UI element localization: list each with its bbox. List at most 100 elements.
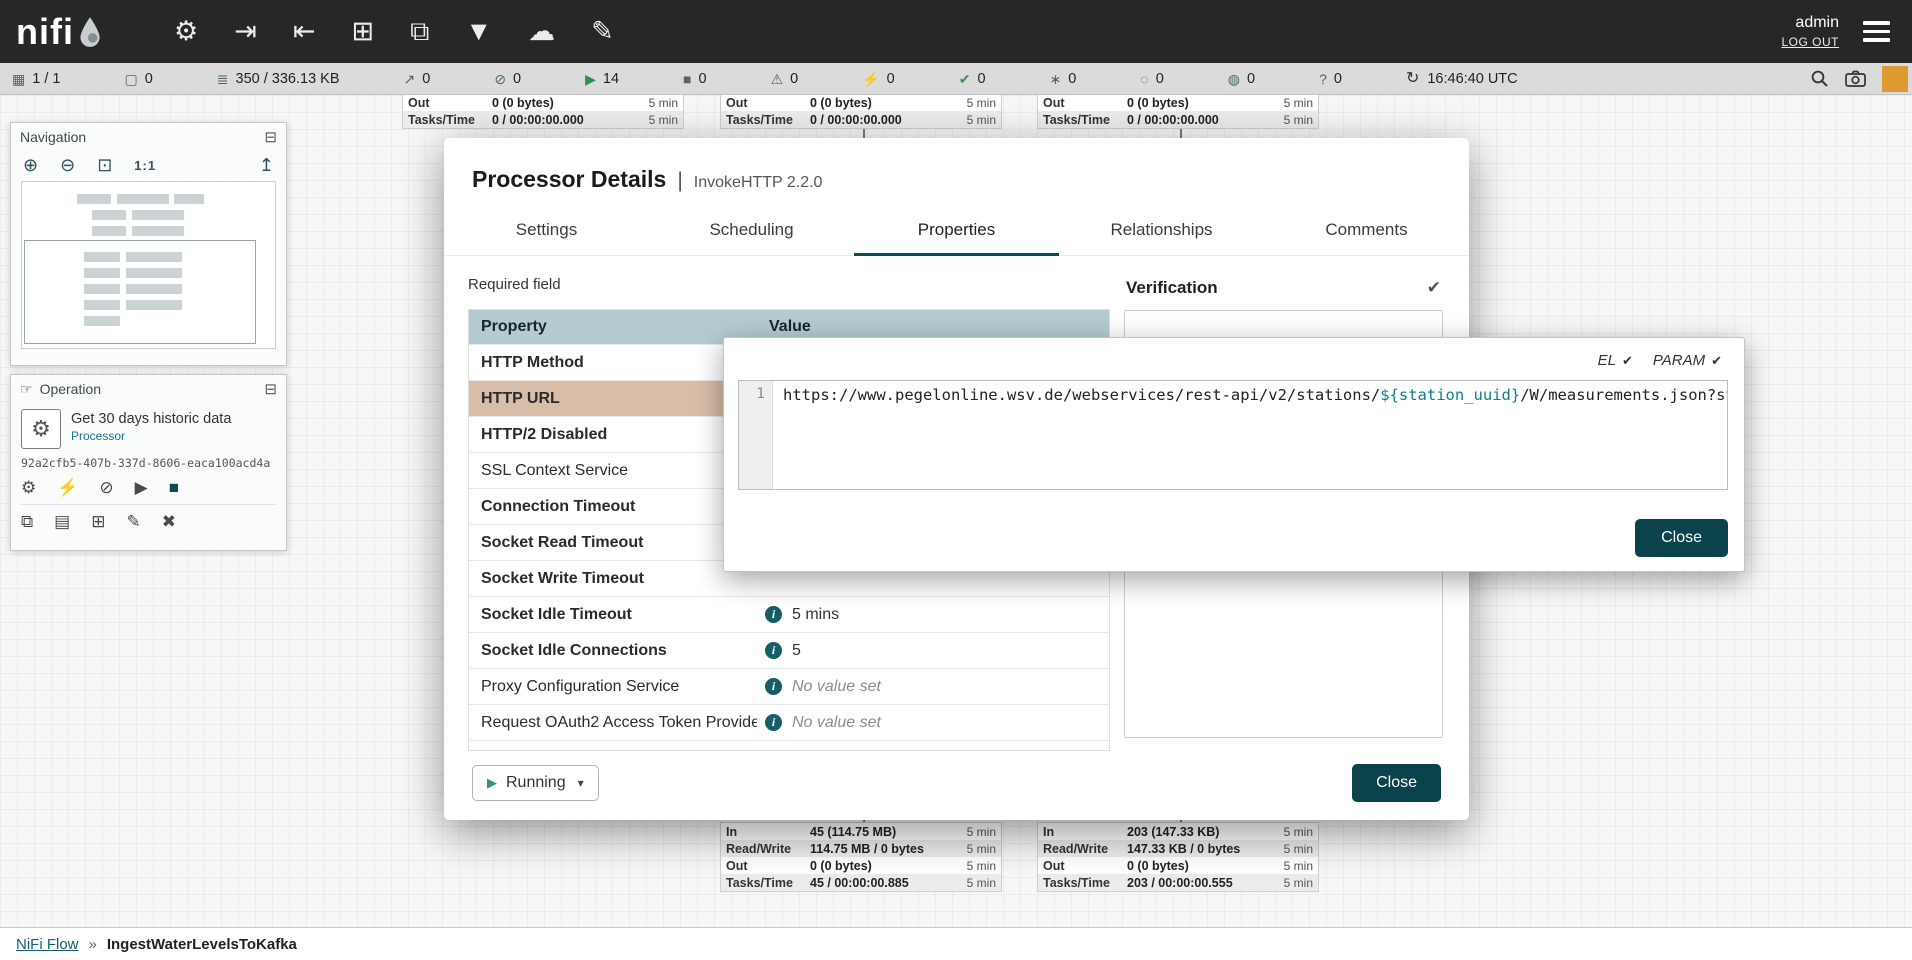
property-value-cell[interactable]: i No value set — [757, 714, 1109, 732]
locally-modified-stale-icon: ◍ — [1228, 72, 1240, 86]
last-refresh-time: 16:46:40 UTC — [1427, 71, 1517, 87]
birdseye-minimap[interactable] — [21, 181, 276, 349]
zoom-fit-icon[interactable]: ⊡ — [97, 156, 112, 174]
refresh-icon[interactable]: ↻ — [1406, 71, 1419, 87]
tab-properties[interactable]: Properties — [854, 207, 1059, 255]
minimap-component — [92, 210, 126, 220]
info-icon[interactable]: i — [765, 750, 782, 751]
drill-up-icon[interactable]: ↥ — [259, 156, 274, 174]
configure-icon[interactable]: ⚙ — [21, 479, 36, 496]
copy-icon[interactable]: ⧉ — [21, 513, 33, 530]
processor-type-version: InvokeHTTP 2.2.0 — [694, 174, 823, 192]
tab-settings[interactable]: Settings — [444, 207, 649, 255]
breadcrumb-current[interactable]: IngestWaterLevelsToKafka — [107, 936, 297, 953]
status-item: ◌ 0 — [1140, 71, 1163, 87]
run-state-dropdown[interactable]: ▶ Running ▾ — [472, 765, 599, 801]
property-row: Request OAuth2 Access Token Provider i N… — [469, 704, 1109, 740]
info-icon[interactable]: i — [765, 678, 782, 695]
tab-comments[interactable]: Comments — [1264, 207, 1469, 255]
property-row: Socket Idle Connections i 5 — [469, 632, 1109, 668]
info-icon[interactable]: i — [765, 606, 782, 623]
info-icon[interactable]: i — [765, 714, 782, 731]
input-port-icon[interactable]: ⇥ — [234, 18, 257, 45]
output-port-icon[interactable]: ⇤ — [293, 18, 316, 45]
operation-panel-title: Operation — [40, 381, 101, 397]
up-to-date-icon: ✔ — [959, 72, 971, 86]
editor-close-button[interactable]: Close — [1635, 519, 1728, 557]
status-item: ▦ 1 / 1 — [12, 71, 60, 87]
enable-icon[interactable]: ⚡ — [57, 479, 78, 496]
transmitting-icon: ↗ — [404, 72, 416, 86]
camera-icon[interactable] — [1845, 70, 1866, 87]
tab-relationships[interactable]: Relationships — [1059, 207, 1264, 255]
processor-stats-table: In203 (147.33 KB)5 min Read/Write147.33 … — [1037, 822, 1319, 892]
paste-icon[interactable]: ▤ — [54, 513, 70, 530]
stop-icon[interactable]: ■ — [169, 479, 179, 496]
start-icon[interactable]: ▶ — [135, 479, 148, 496]
user-block: admin LOG OUT — [1781, 14, 1839, 49]
nifi-app: { "colors": { "accent_dark_teal": "#0a43… — [0, 0, 1912, 960]
verification-title: Verification — [1126, 278, 1218, 298]
run-state-label: Running — [506, 774, 566, 792]
status-item: ∗ 0 — [1050, 71, 1077, 87]
zoom-in-icon[interactable]: ⊕ — [23, 156, 38, 174]
search-icon[interactable] — [1810, 69, 1829, 88]
dialog-footer: ▶ Running ▾ Close — [472, 764, 1441, 802]
remote-process-group-icon[interactable]: ⧉ — [410, 18, 429, 45]
breadcrumb-root[interactable]: NiFi Flow — [16, 936, 79, 953]
refresh-status[interactable]: ↻ 16:46:40 UTC — [1406, 71, 1518, 87]
process-group-icon[interactable]: ⊞ — [351, 18, 374, 45]
stale-icon: ◌ — [1140, 72, 1148, 86]
operation-body: ⚙ Get 30 days historic data Processor 92… — [11, 403, 286, 536]
value-code-editor[interactable]: 1 https://www.pegelonline.wsv.de/webserv… — [738, 380, 1728, 490]
selected-component: ⚙ Get 30 days historic data Processor — [21, 409, 276, 449]
collapse-icon[interactable]: ⊟ — [264, 128, 277, 146]
status-item: ? 0 — [1319, 71, 1342, 87]
logout-link[interactable]: LOG OUT — [1781, 35, 1839, 49]
minimap-component — [92, 226, 126, 236]
property-value-cell[interactable]: i — [757, 750, 1109, 751]
dialog-close-button[interactable]: Close — [1352, 764, 1441, 802]
url-post: /W/measurements.json?start=P30D — [1520, 386, 1727, 404]
verification-check-icon[interactable]: ✔ — [1427, 278, 1441, 298]
property-row: i — [469, 740, 1109, 751]
el-supported-badge: EL ✔ — [1598, 352, 1633, 369]
funnel-icon[interactable]: ▼ — [465, 18, 492, 45]
zoom-actual-icon[interactable]: 1:1 — [134, 159, 156, 172]
collapse-icon[interactable]: ⊟ — [264, 380, 277, 398]
processor-stats-table: In45 (114.75 MB)5 min Read/Write114.75 M… — [720, 822, 1002, 892]
minimap-viewport[interactable] — [24, 240, 256, 344]
url-pre: https://www.pegelonline.wsv.de/webservic… — [783, 386, 1380, 404]
queue-icon: ≣ — [217, 72, 229, 86]
param-label: PARAM — [1653, 352, 1705, 369]
property-value-cell[interactable]: i No value set — [757, 678, 1109, 696]
editor-content[interactable]: https://www.pegelonline.wsv.de/webservic… — [773, 381, 1727, 489]
disabled-icon: ⚡ — [862, 72, 879, 86]
color-icon[interactable]: ✎ — [126, 513, 140, 530]
sync-failure-icon: ? — [1319, 72, 1327, 86]
minimap-component — [132, 210, 184, 220]
tab-scheduling[interactable]: Scheduling — [649, 207, 854, 255]
menu-bar — [1863, 38, 1890, 42]
operation-panel-header: ☞ Operation ⊟ — [11, 375, 286, 403]
processor-icon[interactable]: ⚙ — [174, 18, 198, 45]
status-indicator-button[interactable] — [1882, 66, 1908, 92]
disable-icon[interactable]: ⊘ — [99, 479, 113, 496]
label-icon[interactable]: ✎ — [591, 18, 614, 45]
nifi-drop-icon — [78, 16, 102, 48]
zoom-out-icon[interactable]: ⊖ — [60, 156, 75, 174]
component-type: Processor — [71, 429, 231, 443]
info-icon[interactable]: i — [765, 642, 782, 659]
component-id: 92a2cfb5-407b-337d-8606-eaca100acd4a — [21, 456, 276, 470]
cloud-icon[interactable]: ☁ — [528, 18, 555, 45]
column-property: Property — [469, 310, 757, 344]
global-menu-button[interactable] — [1859, 17, 1894, 46]
check-icon: ✔ — [1711, 353, 1722, 369]
stopped-icon: ■ — [683, 72, 691, 86]
delete-icon[interactable]: ✖ — [162, 513, 176, 530]
property-value-cell[interactable]: i 5 — [757, 642, 1109, 660]
app-header: nifi ⚙ ⇥ ⇤ ⊞ ⧉ ▼ ☁ ✎ admin LOG OUT — [0, 0, 1912, 63]
group-icon[interactable]: ⊞ — [91, 513, 105, 530]
property-value-cell[interactable]: i 5 mins — [757, 606, 1109, 624]
locally-modified-icon: ∗ — [1050, 72, 1062, 86]
